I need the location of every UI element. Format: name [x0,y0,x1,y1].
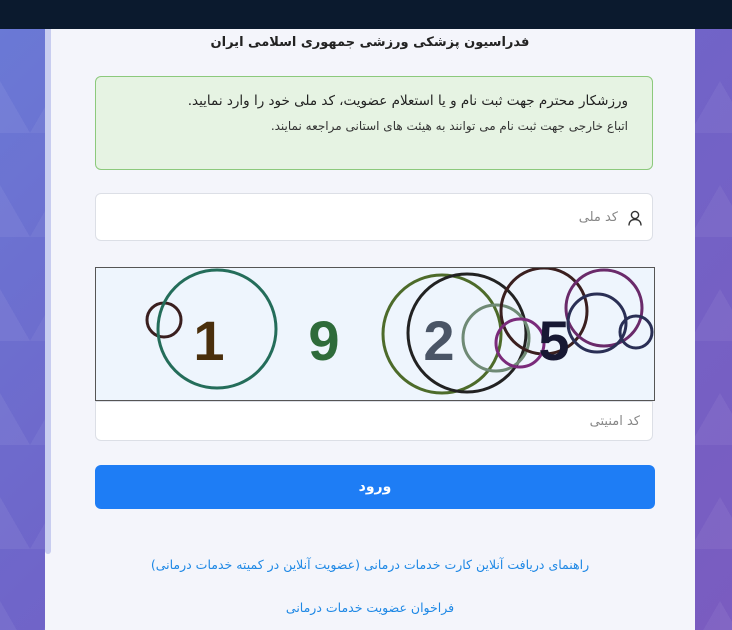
user-icon [628,210,642,226]
captcha-digit: 1 [193,309,224,372]
login-button[interactable]: ورود [95,465,655,509]
scrollbar[interactable] [45,29,51,554]
page-title: فدراسیون پزشکی ورزشی جمهوری اسلامی ایران [210,35,530,50]
top-bar [0,0,732,29]
captcha-image: 1 9 2 5 [95,267,655,401]
info-alert: ورزشکار محترم جهت ثبت نام و یا استعلام ع… [95,76,653,170]
membership-call-link[interactable]: فراخوان عضویت خدمات درمانی [45,600,695,615]
security-code-field[interactable] [95,401,653,441]
national-code-input[interactable] [96,194,652,240]
alert-line-2: اتباع خارجی جهت ثبت نام می توانند به هیئ… [270,119,628,133]
guide-link[interactable]: راهنمای دریافت آنلاین کارت خدمات درمانی … [45,557,695,572]
alert-line-1: ورزشکار محترم جهت ثبت نام و یا استعلام ع… [187,93,628,109]
captcha-digit: 9 [308,309,339,372]
login-card: فدراسیون پزشکی ورزشی جمهوری اسلامی ایران… [45,29,695,630]
security-code-input[interactable] [96,402,652,440]
captcha-digit: 2 [423,309,454,372]
national-code-field[interactable] [95,193,653,241]
captcha-digit: 5 [538,309,569,372]
